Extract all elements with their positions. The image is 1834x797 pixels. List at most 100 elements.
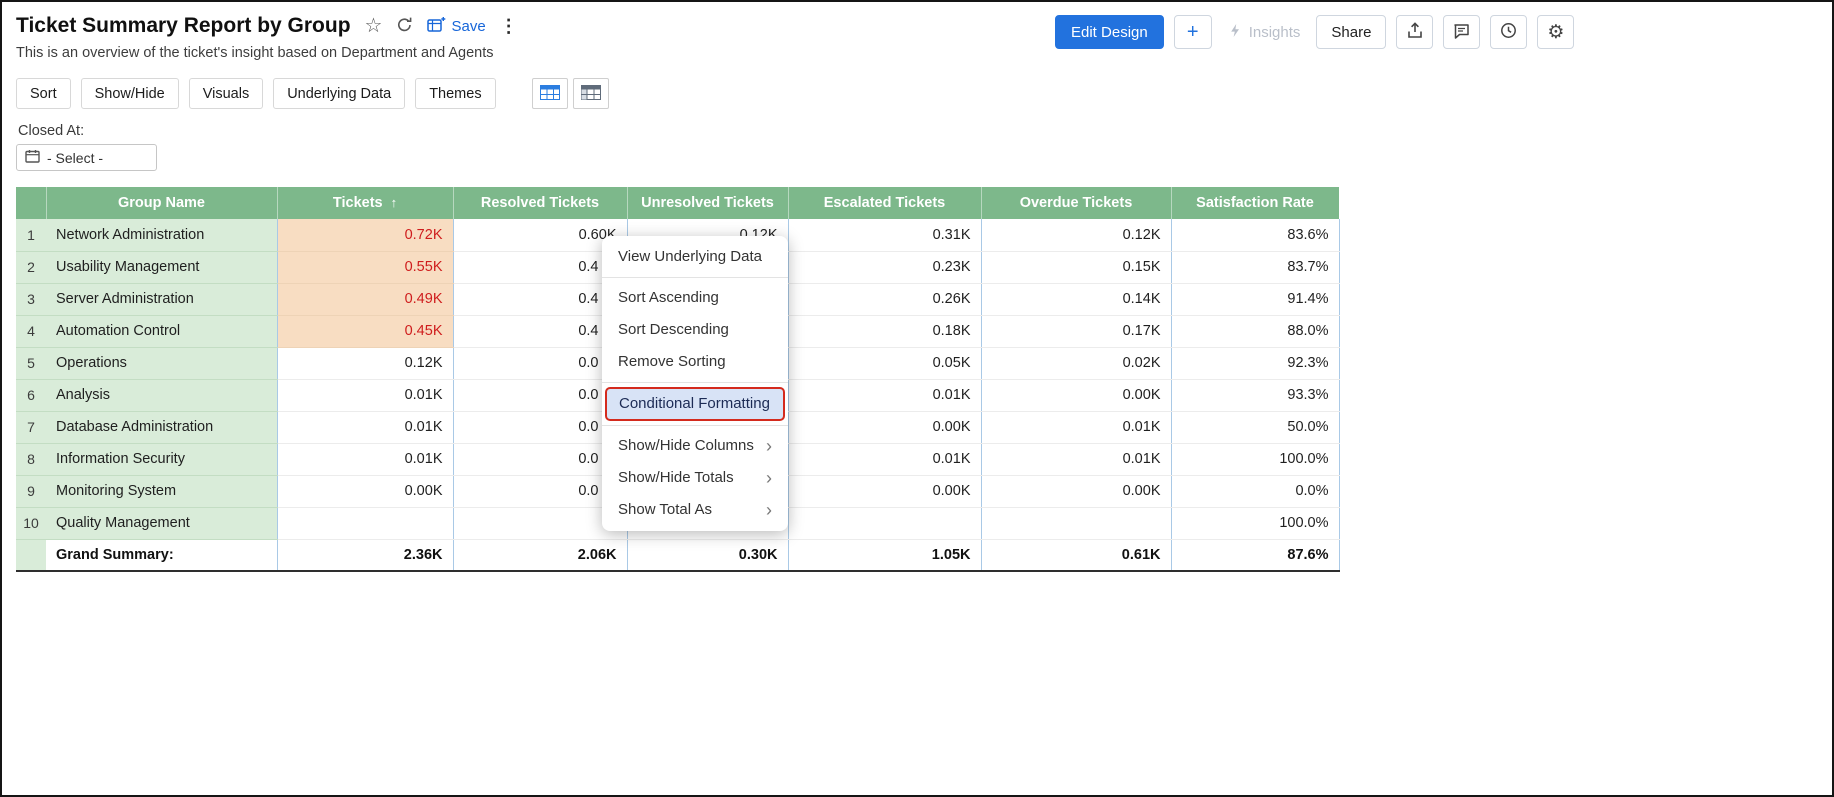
tickets-cell[interactable]: 0.72K	[277, 219, 453, 251]
resolved-tickets-cell[interactable]: 0.4	[453, 251, 627, 283]
tickets-cell[interactable]: 0.49K	[277, 283, 453, 315]
group-name-cell[interactable]: Automation Control	[46, 315, 277, 347]
column-header-resolved-tickets[interactable]: Resolved Tickets	[453, 187, 627, 219]
column-header-group-name[interactable]: Group Name	[46, 187, 277, 219]
edit-design-button[interactable]: Edit Design	[1055, 15, 1164, 49]
overdue-tickets-cell[interactable]: 0.00K	[981, 379, 1171, 411]
more-options-button[interactable]: ⋮	[500, 17, 518, 35]
history-button[interactable]	[1490, 15, 1527, 49]
satisfaction-rate-cell[interactable]: 83.6%	[1171, 219, 1339, 251]
satisfaction-rate-cell[interactable]: 50.0%	[1171, 411, 1339, 443]
tickets-cell[interactable]: 0.55K	[277, 251, 453, 283]
export-button[interactable]	[1396, 15, 1433, 49]
group-name-cell[interactable]: Quality Management	[46, 507, 277, 539]
overdue-tickets-cell[interactable]: 0.01K	[981, 443, 1171, 475]
row-number-cell: 1	[16, 219, 46, 251]
tickets-cell[interactable]: 0.01K	[277, 379, 453, 411]
table-view-icon	[540, 85, 560, 103]
row-number-cell: 4	[16, 315, 46, 347]
visuals-button[interactable]: Visuals	[189, 78, 263, 109]
resolved-tickets-cell[interactable]: 0.0	[453, 475, 627, 507]
overdue-tickets-cell[interactable]	[981, 507, 1171, 539]
escalated-tickets-cell[interactable]: 0.26K	[788, 283, 981, 315]
menu-item-show-hide-totals[interactable]: Show/Hide Totals ›	[602, 462, 788, 494]
column-header-escalated-tickets[interactable]: Escalated Tickets	[788, 187, 981, 219]
escalated-tickets-cell[interactable]: 0.00K	[788, 475, 981, 507]
add-button[interactable]: +	[1174, 15, 1212, 49]
table-view-button[interactable]	[532, 78, 568, 109]
closed-at-filter-select[interactable]: - Select -	[16, 144, 157, 171]
settings-button[interactable]: ⚙	[1537, 15, 1574, 49]
resolved-tickets-cell[interactable]: 0.60K	[453, 219, 627, 251]
tickets-cell[interactable]: 0.00K	[277, 475, 453, 507]
tickets-cell[interactable]: 0.45K	[277, 315, 453, 347]
satisfaction-rate-cell[interactable]: 91.4%	[1171, 283, 1339, 315]
overdue-tickets-cell[interactable]: 0.12K	[981, 219, 1171, 251]
menu-item-show-total-as[interactable]: Show Total As ›	[602, 494, 788, 526]
group-name-cell[interactable]: Analysis	[46, 379, 277, 411]
overdue-tickets-cell[interactable]: 0.00K	[981, 475, 1171, 507]
overdue-tickets-cell[interactable]: 0.15K	[981, 251, 1171, 283]
insights-button[interactable]: Insights	[1222, 23, 1307, 42]
column-header-unresolved-tickets[interactable]: Unresolved Tickets	[627, 187, 788, 219]
favorite-button[interactable]: ☆	[365, 16, 383, 36]
satisfaction-rate-cell[interactable]: 100.0%	[1171, 443, 1339, 475]
satisfaction-rate-cell[interactable]: 83.7%	[1171, 251, 1339, 283]
group-name-cell[interactable]: Monitoring System	[46, 475, 277, 507]
resolved-tickets-cell[interactable]: 0.4	[453, 283, 627, 315]
menu-item-show-hide-columns[interactable]: Show/Hide Columns ›	[602, 430, 788, 462]
escalated-tickets-cell[interactable]: 0.05K	[788, 347, 981, 379]
resolved-tickets-cell[interactable]: 0.4	[453, 315, 627, 347]
tickets-cell[interactable]: 0.01K	[277, 443, 453, 475]
menu-item-conditional-formatting[interactable]: Conditional Formatting	[605, 387, 785, 421]
satisfaction-rate-cell[interactable]: 92.3%	[1171, 347, 1339, 379]
underlying-data-button[interactable]: Underlying Data	[273, 78, 405, 109]
tickets-cell[interactable]	[277, 507, 453, 539]
escalated-tickets-cell[interactable]: 0.00K	[788, 411, 981, 443]
share-button[interactable]: Share	[1316, 15, 1386, 49]
comments-button[interactable]	[1443, 15, 1480, 49]
resolved-tickets-cell[interactable]	[453, 507, 627, 539]
escalated-tickets-cell[interactable]: 0.23K	[788, 251, 981, 283]
group-name-cell[interactable]: Database Administration	[46, 411, 277, 443]
more-vertical-icon: ⋮	[500, 17, 518, 35]
escalated-tickets-cell[interactable]: 0.18K	[788, 315, 981, 347]
menu-item-sort-ascending[interactable]: Sort Ascending	[602, 282, 788, 314]
tickets-cell[interactable]: 0.12K	[277, 347, 453, 379]
tickets-cell[interactable]: 0.01K	[277, 411, 453, 443]
resolved-tickets-cell[interactable]: 0.0	[453, 411, 627, 443]
column-header-tickets[interactable]: Tickets↑	[277, 187, 453, 219]
group-name-cell[interactable]: Usability Management	[46, 251, 277, 283]
column-header-satisfaction-rate[interactable]: Satisfaction Rate	[1171, 187, 1339, 219]
resolved-tickets-cell[interactable]: 0.0	[453, 379, 627, 411]
satisfaction-rate-cell[interactable]: 93.3%	[1171, 379, 1339, 411]
menu-item-view-underlying-data[interactable]: View Underlying Data	[602, 241, 788, 273]
overdue-tickets-cell[interactable]: 0.14K	[981, 283, 1171, 315]
sort-button[interactable]: Sort	[16, 78, 71, 109]
escalated-tickets-cell[interactable]: 0.31K	[788, 219, 981, 251]
summary-view-button[interactable]	[573, 78, 609, 109]
show-hide-button[interactable]: Show/Hide	[81, 78, 179, 109]
overdue-tickets-cell[interactable]: 0.01K	[981, 411, 1171, 443]
satisfaction-rate-cell[interactable]: 88.0%	[1171, 315, 1339, 347]
escalated-tickets-cell[interactable]	[788, 507, 981, 539]
column-header-overdue-tickets[interactable]: Overdue Tickets	[981, 187, 1171, 219]
refresh-button[interactable]	[396, 16, 413, 36]
overdue-tickets-cell[interactable]: 0.17K	[981, 315, 1171, 347]
escalated-tickets-cell[interactable]: 0.01K	[788, 443, 981, 475]
group-name-cell[interactable]: Server Administration	[46, 283, 277, 315]
page-title: Ticket Summary Report by Group	[16, 14, 351, 38]
satisfaction-rate-cell[interactable]: 0.0%	[1171, 475, 1339, 507]
menu-item-sort-descending[interactable]: Sort Descending	[602, 314, 788, 346]
overdue-tickets-cell[interactable]: 0.02K	[981, 347, 1171, 379]
themes-button[interactable]: Themes	[415, 78, 495, 109]
menu-item-remove-sorting[interactable]: Remove Sorting	[602, 346, 788, 378]
resolved-tickets-cell[interactable]: 0.0	[453, 347, 627, 379]
group-name-cell[interactable]: Operations	[46, 347, 277, 379]
group-name-cell[interactable]: Network Administration	[46, 219, 277, 251]
group-name-cell[interactable]: Information Security	[46, 443, 277, 475]
resolved-tickets-cell[interactable]: 0.0	[453, 443, 627, 475]
save-button[interactable]: Save	[427, 16, 485, 37]
escalated-tickets-cell[interactable]: 0.01K	[788, 379, 981, 411]
satisfaction-rate-cell[interactable]: 100.0%	[1171, 507, 1339, 539]
